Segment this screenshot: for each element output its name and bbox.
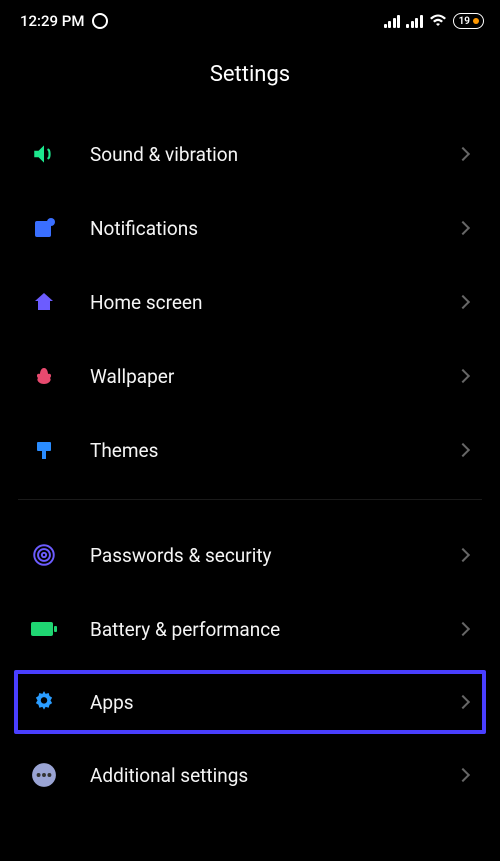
menu-label: Sound & vibration bbox=[90, 143, 458, 166]
settings-menu: Sound & vibration Notifications Home scr… bbox=[0, 117, 500, 487]
wifi-icon bbox=[429, 14, 447, 28]
settings-menu-2: Passwords & security Battery & performan… bbox=[0, 518, 500, 812]
clock: 12:29 PM bbox=[20, 12, 84, 30]
divider bbox=[18, 499, 482, 500]
menu-item-notifications[interactable]: Notifications bbox=[18, 191, 482, 265]
signal-icon bbox=[406, 15, 423, 28]
menu-item-battery-performance[interactable]: Battery & performance bbox=[18, 592, 482, 666]
menu-item-additional-settings[interactable]: Additional settings bbox=[18, 738, 482, 812]
menu-item-wallpaper[interactable]: Wallpaper bbox=[18, 339, 482, 413]
signal-icon bbox=[384, 15, 401, 28]
status-left: 12:29 PM bbox=[20, 12, 108, 30]
speaker-icon bbox=[30, 140, 58, 168]
status-right: 19 bbox=[384, 13, 484, 29]
menu-item-sound-vibration[interactable]: Sound & vibration bbox=[18, 117, 482, 191]
menu-label: Notifications bbox=[90, 217, 458, 240]
menu-item-home-screen[interactable]: Home screen bbox=[18, 265, 482, 339]
menu-label: Apps bbox=[90, 691, 458, 714]
chevron-right-icon bbox=[456, 295, 470, 309]
chevron-right-icon bbox=[456, 548, 470, 562]
battery-icon bbox=[30, 615, 58, 643]
chevron-right-icon bbox=[456, 221, 470, 235]
chevron-right-icon bbox=[456, 147, 470, 161]
menu-item-themes[interactable]: Themes bbox=[18, 413, 482, 487]
chevron-right-icon bbox=[456, 768, 470, 782]
flower-icon bbox=[30, 362, 58, 390]
fingerprint-icon bbox=[30, 541, 58, 569]
brush-icon bbox=[30, 436, 58, 464]
gear-icon bbox=[30, 688, 58, 716]
home-icon bbox=[30, 288, 58, 316]
battery-percent: 19 bbox=[459, 16, 470, 27]
menu-label: Additional settings bbox=[90, 764, 458, 787]
notifications-icon bbox=[30, 214, 58, 242]
chevron-right-icon bbox=[456, 443, 470, 457]
chevron-right-icon bbox=[456, 622, 470, 636]
dots-icon bbox=[30, 761, 58, 789]
chevron-right-icon bbox=[456, 369, 470, 383]
chevron-right-icon bbox=[456, 695, 470, 709]
page-title: Settings bbox=[0, 38, 500, 117]
menu-label: Battery & performance bbox=[90, 618, 458, 641]
menu-item-passwords-security[interactable]: Passwords & security bbox=[18, 518, 482, 592]
status-bar: 12:29 PM 19 bbox=[0, 0, 500, 38]
menu-label: Passwords & security bbox=[90, 544, 458, 567]
menu-label: Wallpaper bbox=[90, 365, 458, 388]
menu-label: Themes bbox=[90, 439, 458, 462]
menu-item-apps[interactable]: Apps bbox=[14, 670, 486, 734]
menu-label: Home screen bbox=[90, 291, 458, 314]
circle-icon bbox=[92, 13, 108, 29]
battery-icon: 19 bbox=[453, 13, 484, 29]
